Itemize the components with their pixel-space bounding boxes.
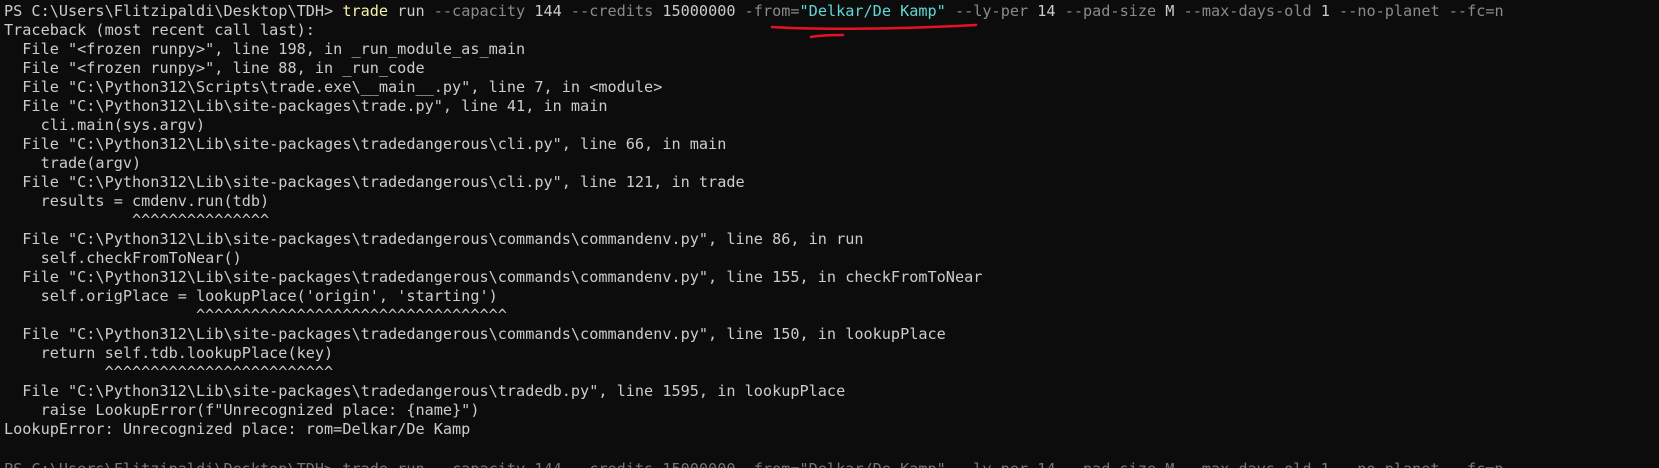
value-max-days-old: 1 xyxy=(1311,2,1340,20)
value-pad-size: M xyxy=(1156,2,1184,20)
command-program: trade xyxy=(342,2,389,20)
traceback-code-line: cli.main(sys.argv) xyxy=(4,116,206,134)
traceback-line: File "C:\Python312\Lib\site-packages\tra… xyxy=(4,97,608,115)
command-subcommand: run xyxy=(388,2,434,20)
traceback-code-line: raise LookupError(f"Unrecognized place: … xyxy=(4,401,480,419)
traceback-line: File "C:\Python312\Lib\site-packages\tra… xyxy=(4,268,983,286)
option-capacity: --capacity xyxy=(433,2,526,20)
traceback-line: File "C:\Python312\Lib\site-packages\tra… xyxy=(4,382,846,400)
traceback-line: File "C:\Python312\Lib\site-packages\tra… xyxy=(4,135,727,153)
traceback-line: File "C:\Python312\Lib\site-packages\tra… xyxy=(4,230,864,248)
value-credits: 15000000 xyxy=(653,2,745,20)
value-from: "Delkar/De Kamp" xyxy=(799,2,946,20)
command-line: PS C:\Users\Flitzipaldi\Desktop\TDH> tra… xyxy=(4,2,1504,21)
traceback-line: File "C:\Python312\Lib\site-packages\tra… xyxy=(4,325,946,343)
traceback-line: File "<frozen runpy>", line 88, in _run_… xyxy=(4,59,425,77)
option-fc: --fc=n xyxy=(1439,2,1504,20)
traceback-caret-line: ^^^^^^^^^^^^^^^^^^^^^^^^^^^^^^^^^^ xyxy=(4,306,507,324)
option-from: -from= xyxy=(744,2,800,20)
traceback-line: File "C:\Python312\Lib\site-packages\tra… xyxy=(4,173,745,191)
next-prompt-line-partial: PS C:\Users\Flitzipaldi\Desktop\TDH> tra… xyxy=(4,460,1504,468)
traceback-code-line: self.checkFromToNear() xyxy=(4,249,242,267)
option-pad-size: --pad-size xyxy=(1064,2,1157,20)
value-ly-per: 14 xyxy=(1028,2,1065,20)
traceback-line: File "C:\Python312\Scripts\trade.exe\__m… xyxy=(4,78,663,96)
traceback-caret-line: ^^^^^^^^^^^^^^^ xyxy=(4,211,270,229)
option-credits: --credits xyxy=(570,2,654,20)
option-no-planet: --no-planet xyxy=(1339,2,1440,20)
value-capacity: 144 xyxy=(525,2,571,20)
traceback-code-line: self.origPlace = lookupPlace('origin', '… xyxy=(4,287,498,305)
terminal-window[interactable]: PS C:\Users\Flitzipaldi\Desktop\TDH> tra… xyxy=(0,0,1659,468)
traceback-header: Traceback (most recent call last): xyxy=(4,21,315,39)
traceback-code-line: trade(argv) xyxy=(4,154,142,172)
underline-tick xyxy=(809,33,845,39)
traceback-code-line: return self.tdb.lookupPlace(key) xyxy=(4,344,334,362)
option-max-days-old: --max-days-old xyxy=(1183,2,1312,20)
prompt: PS C:\Users\Flitzipaldi\Desktop\TDH> xyxy=(4,2,343,20)
option-ly-per: --ly-per xyxy=(945,2,1029,20)
underline-stroke xyxy=(770,23,978,30)
traceback-code-line: results = cmdenv.run(tdb) xyxy=(4,192,270,210)
traceback-line: File "<frozen runpy>", line 198, in _run… xyxy=(4,40,526,58)
traceback-caret-line: ^^^^^^^^^^^^^^^^^^^^^^^^^ xyxy=(4,363,334,381)
error-message: LookupError: Unrecognized place: rom=Del… xyxy=(4,420,471,438)
